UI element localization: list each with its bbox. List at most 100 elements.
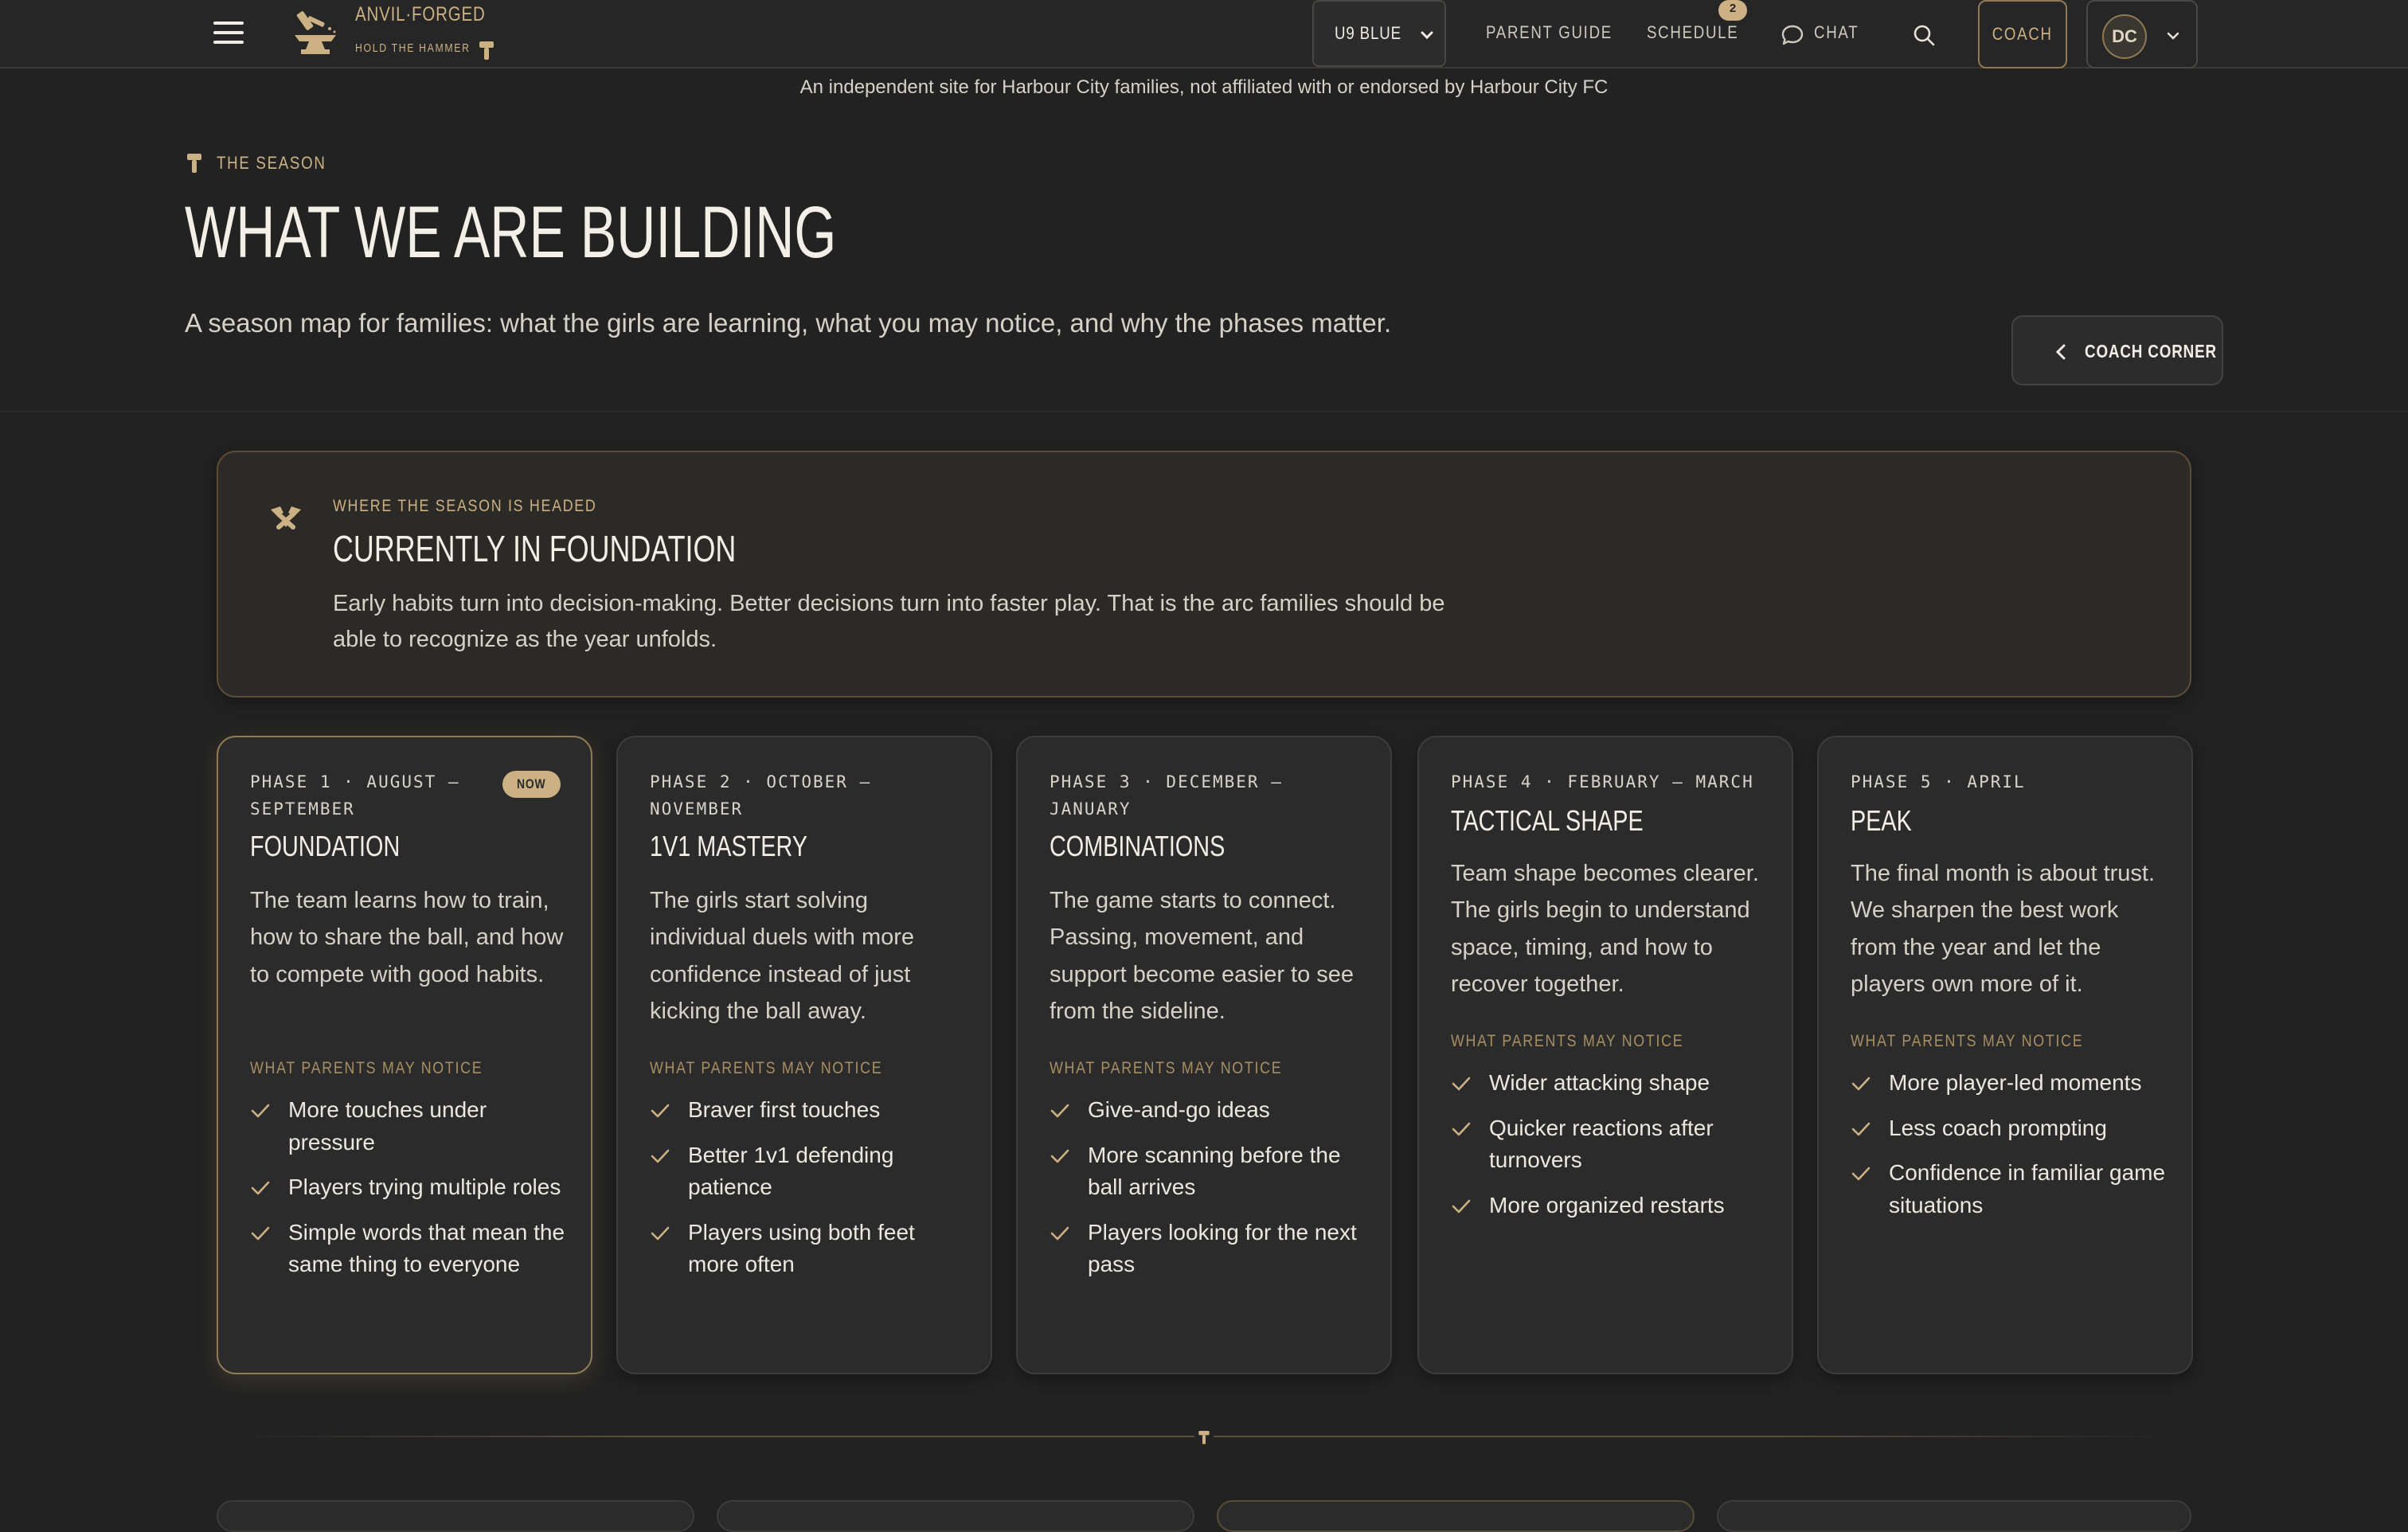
notice-label: WHAT PARENTS MAY NOTICE: [250, 1059, 483, 1077]
list-item: More organized restarts: [1451, 1190, 1769, 1222]
check-icon: [251, 1226, 270, 1241]
notice-list: More player-led moments Less coach promp…: [1851, 1067, 2169, 1234]
hammer-icon: [187, 154, 201, 173]
notice-text: Players looking for the next pass: [1088, 1219, 1357, 1277]
chevron-down-icon: [1421, 31, 1433, 40]
check-icon: [1050, 1104, 1069, 1118]
page-title: WHAT WE ARE BUILDING: [185, 192, 837, 273]
banner-text: Early habits turn into decision-making. …: [333, 591, 1445, 652]
nav-parent-guide[interactable]: PARENT GUIDE: [1486, 22, 1612, 43]
notice-text: Give-and-go ideas: [1088, 1097, 1270, 1122]
user-menu-button[interactable]: DC: [2086, 0, 2198, 68]
check-icon: [1050, 1226, 1069, 1241]
list-item: Players looking for the next pass: [1050, 1217, 1368, 1281]
page-subtitle: A season map for families: what the girl…: [185, 308, 1392, 338]
notice-text: More organized restarts: [1489, 1192, 1725, 1217]
notice-text: Quicker reactions after turnovers: [1489, 1115, 1714, 1173]
anvil-logo-icon[interactable]: [290, 8, 341, 61]
notice-list: Braver first touches Better 1v1 defendin…: [650, 1094, 968, 1294]
notice-text: Simple words that mean the same thing to…: [288, 1219, 565, 1277]
check-icon: [1851, 1077, 1870, 1091]
check-icon: [1452, 1122, 1471, 1135]
search-icon[interactable]: [1911, 22, 1937, 48]
notice-text: More player-led moments: [1889, 1070, 2142, 1095]
phase-description: Team shape becomes clearer. The girls be…: [1451, 861, 1759, 998]
header-divider: [0, 411, 2408, 412]
notice-text: Braver first touches: [688, 1097, 881, 1122]
phase-card-1v1-mastery[interactable]: PHASE 2 · OCTOBER – NOVEMBER 1V1 MASTERY…: [616, 736, 992, 1374]
phase-title: PEAK: [1851, 804, 1912, 837]
list-item: Confidence in familiar game situations: [1851, 1157, 2169, 1221]
coach-button[interactable]: COACH: [1978, 0, 2067, 68]
chevron-down-icon: [2167, 32, 2179, 40]
list-item: More touches under pressure: [250, 1094, 569, 1159]
now-badge: NOW: [502, 771, 561, 798]
notice-text: Wider attacking shape: [1489, 1070, 1710, 1095]
check-icon: [651, 1226, 670, 1241]
notice-list: Give-and-go ideas More scanning before t…: [1050, 1094, 1368, 1294]
phase-card-combinations[interactable]: PHASE 3 · DECEMBER – JANUARY COMBINATION…: [1016, 736, 1392, 1374]
list-item: Give-and-go ideas: [1050, 1094, 1368, 1127]
chevron-left-icon: [2055, 344, 2066, 360]
team-select-value: U9 BLUE: [1335, 23, 1401, 43]
coach-button-label: COACH: [1992, 24, 2054, 44]
check-icon: [251, 1104, 270, 1118]
nav-schedule[interactable]: SCHEDULE: [1647, 22, 1738, 43]
phase-description: The final month is about trust. We sharp…: [1851, 861, 2156, 998]
phase-title: FOUNDATION: [250, 830, 401, 862]
notice-list: More touches under pressure Players tryi…: [250, 1094, 569, 1294]
list-item: Players using both feet more often: [650, 1217, 968, 1281]
schedule-badge: 2: [1718, 0, 1747, 21]
list-item: More player-led moments: [1851, 1067, 2169, 1100]
nav-chat[interactable]: CHAT: [1814, 22, 1859, 43]
check-icon: [1050, 1149, 1069, 1163]
phase-card-peak[interactable]: PHASE 5 · APRIL PEAK The final month is …: [1817, 736, 2193, 1374]
coach-corner-button[interactable]: COACH CORNER: [2011, 315, 2223, 385]
list-item: Quicker reactions after turnovers: [1451, 1112, 1769, 1177]
notice-text: Players trying multiple roles: [288, 1174, 561, 1200]
phase-title: 1V1 MASTERY: [650, 830, 807, 862]
list-item: Less coach prompting: [1851, 1112, 2169, 1145]
phase-meta: PHASE 2 · OCTOBER – NOVEMBER: [650, 772, 872, 819]
phase-card-foundation[interactable]: PHASE 1 · AUGUST – SEPTEMBER NOW FOUNDAT…: [217, 736, 592, 1374]
list-item: Wider attacking shape: [1451, 1067, 1769, 1100]
check-icon: [651, 1149, 670, 1163]
notice-text: More touches under pressure: [288, 1097, 487, 1155]
phase-meta: PHASE 1 · AUGUST – SEPTEMBER: [250, 772, 460, 819]
avatar: DC: [2102, 14, 2147, 59]
phase-meta: PHASE 4 · FEBRUARY – MARCH: [1451, 772, 1754, 791]
notice-label: WHAT PARENTS MAY NOTICE: [1451, 1032, 1684, 1050]
hammers-crossed-icon: [271, 506, 301, 530]
next-section-card: [1217, 1500, 1695, 1532]
next-section-card: [717, 1500, 1194, 1532]
brand-name[interactable]: ANVIL·FORGED: [355, 3, 486, 26]
hammer-icon: [479, 41, 494, 60]
list-item: Better 1v1 defending patience: [650, 1139, 968, 1204]
check-icon: [1452, 1077, 1471, 1091]
list-item: Braver first touches: [650, 1094, 968, 1127]
phase-meta: PHASE 5 · APRIL: [1851, 772, 2026, 791]
notice-text: More scanning before the ball arrives: [1088, 1142, 1341, 1200]
banner-eyebrow: WHERE THE SEASON IS HEADED: [333, 497, 597, 515]
now-badge-label: NOW: [517, 776, 546, 791]
notice-list: Wider attacking shape Quicker reactions …: [1451, 1067, 1769, 1234]
top-nav: ANVIL·FORGED HOLD THE HAMMER U9 BLUE PAR…: [0, 0, 2408, 68]
phase-description: The game starts to connect. Passing, mov…: [1050, 888, 1354, 1025]
check-icon: [651, 1104, 670, 1118]
season-banner: WHERE THE SEASON IS HEADED CURRENTLY IN …: [217, 451, 2191, 698]
notice-label: WHAT PARENTS MAY NOTICE: [650, 1059, 883, 1077]
phase-title: COMBINATIONS: [1050, 830, 1226, 862]
menu-icon[interactable]: [213, 21, 244, 47]
check-icon: [1851, 1167, 1870, 1181]
section-eyebrow: THE SEASON: [217, 153, 326, 173]
hammer-icon: [1194, 1425, 1214, 1449]
notice-text: Players using both feet more often: [688, 1219, 915, 1277]
phase-title: TACTICAL SHAPE: [1451, 804, 1644, 837]
chat-icon[interactable]: [1781, 24, 1804, 46]
phase-card-tactical-shape[interactable]: PHASE 4 · FEBRUARY – MARCH TACTICAL SHAP…: [1417, 736, 1793, 1374]
notice-text: Confidence in familiar game situations: [1889, 1160, 2166, 1217]
check-icon: [1851, 1122, 1870, 1135]
phase-description: The team learns how to train, how to sha…: [250, 888, 564, 987]
list-item: Players trying multiple roles: [250, 1171, 569, 1204]
team-select[interactable]: U9 BLUE: [1312, 0, 1446, 67]
